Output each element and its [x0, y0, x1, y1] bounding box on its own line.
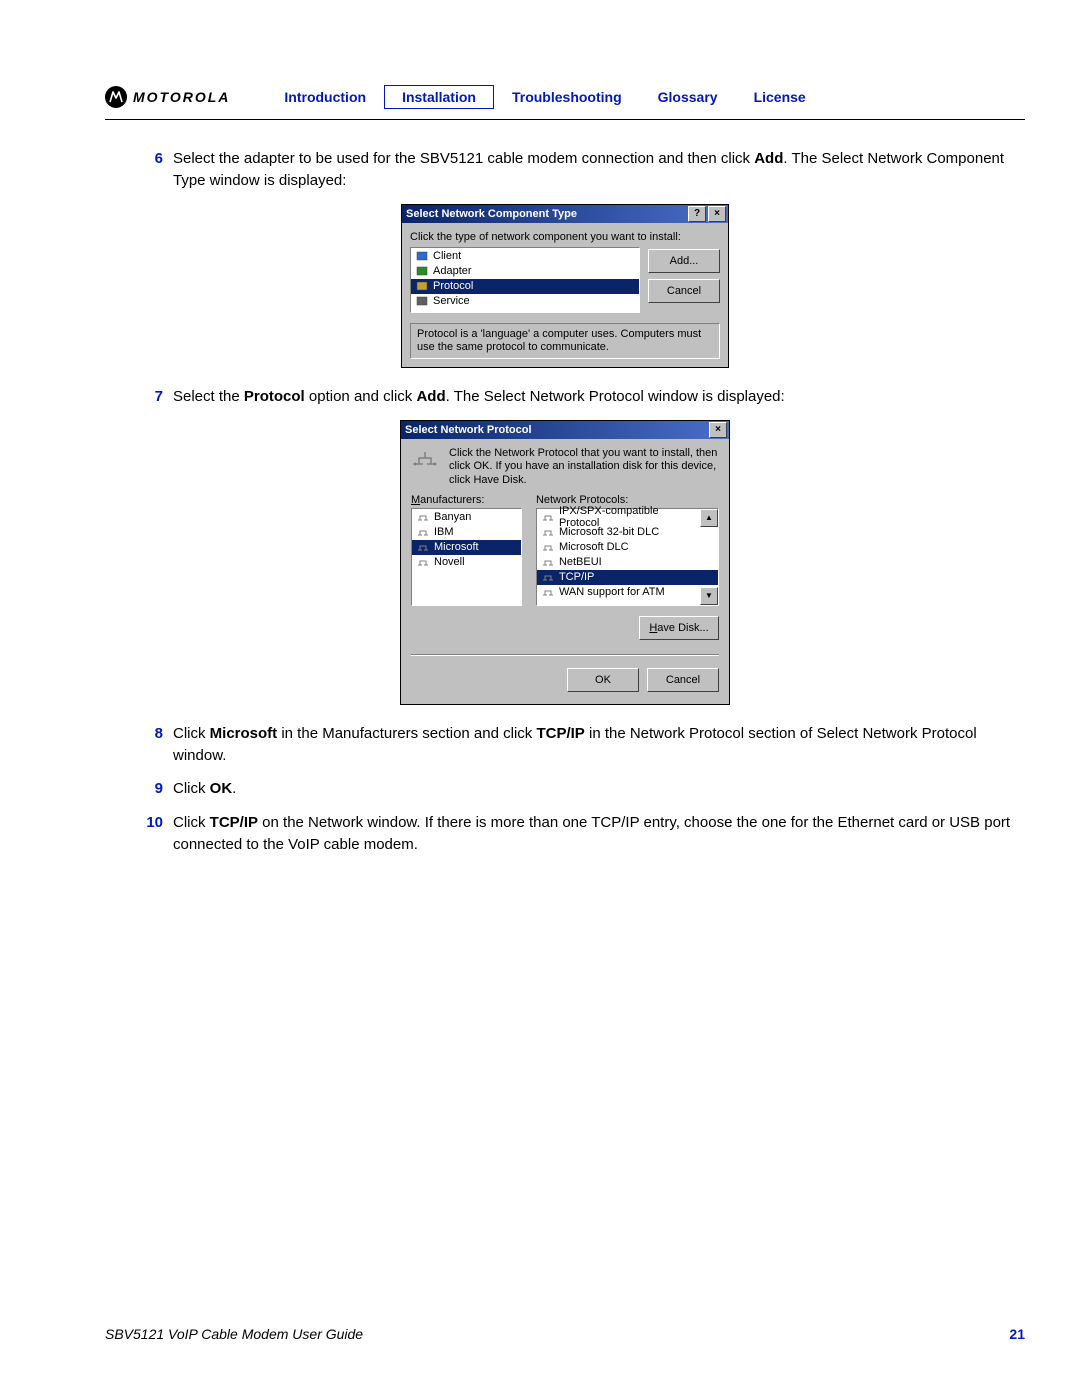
list-item[interactable]: IPX/SPX-compatible Protocol: [537, 510, 718, 525]
protocol-icon: [541, 511, 555, 523]
logo: MOTOROLA: [105, 86, 230, 108]
page-number: 21: [1009, 1326, 1025, 1342]
scroll-down-icon[interactable]: ▼: [700, 587, 718, 605]
protocol-icon: [416, 556, 430, 568]
list-item[interactable]: Service: [411, 294, 639, 309]
protocols-label: Network Protocols:: [536, 494, 719, 506]
header-divider: [105, 119, 1025, 120]
ok-button[interactable]: OK: [567, 668, 639, 692]
list-item[interactable]: Protocol: [411, 279, 639, 294]
component-type-list[interactable]: ClientAdapterProtocolService: [410, 247, 640, 313]
nav-link-license[interactable]: License: [736, 85, 824, 109]
protocol-icon: [416, 526, 430, 538]
cancel-button[interactable]: Cancel: [647, 668, 719, 692]
step-9: 9 Click OK.: [105, 778, 1025, 800]
protocol-icon: [541, 556, 555, 568]
have-disk-button[interactable]: Have Disk...: [639, 616, 719, 640]
network-protocol-icon: [411, 447, 439, 471]
logo-text: MOTOROLA: [133, 89, 230, 105]
list-item[interactable]: IBM: [412, 525, 521, 540]
footer-guide-title: SBV5121 VoIP Cable Modem User Guide: [105, 1326, 363, 1342]
list-item[interactable]: WAN support for ATM: [537, 585, 718, 600]
dialog-title: Select Network Component Type: [406, 208, 577, 220]
list-item[interactable]: Microsoft DLC: [537, 540, 718, 555]
protocol-icon: [541, 541, 555, 553]
select-protocol-dialog: Select Network Protocol × Click the Netw…: [400, 420, 730, 705]
list-item[interactable]: Microsoft: [412, 540, 521, 555]
dialog-prompt: Click the type of network component you …: [410, 231, 720, 243]
protocol-icon: [541, 571, 555, 583]
cancel-button[interactable]: Cancel: [648, 279, 720, 303]
list-item[interactable]: NetBEUI: [537, 555, 718, 570]
step-number: 6: [105, 148, 173, 192]
protocols-list[interactable]: IPX/SPX-compatible ProtocolMicrosoft 32-…: [536, 508, 719, 606]
nav-tabs: IntroductionInstallationTroubleshootingG…: [266, 85, 823, 109]
add-button[interactable]: Add...: [648, 249, 720, 273]
nav-link-introduction[interactable]: Introduction: [266, 85, 384, 109]
list-item[interactable]: Banyan: [412, 510, 521, 525]
list-item[interactable]: Novell: [412, 555, 521, 570]
nav-link-troubleshooting[interactable]: Troubleshooting: [494, 85, 640, 109]
doc-header: MOTOROLA IntroductionInstallationTrouble…: [105, 85, 1025, 109]
list-item[interactable]: TCP/IP: [537, 570, 718, 585]
dialog-title: Select Network Protocol: [405, 424, 532, 436]
step-text: Click Microsoft in the Manufacturers sec…: [173, 723, 1025, 767]
step-number: 7: [105, 386, 173, 408]
step-10: 10 Click TCP/IP on the Network window. I…: [105, 812, 1025, 856]
manufacturers-list[interactable]: BanyanIBMMicrosoftNovell: [411, 508, 522, 606]
step-text: Select the Protocol option and click Add…: [173, 386, 1025, 408]
select-component-dialog: Select Network Component Type ? × Click …: [401, 204, 729, 368]
step-text: Select the adapter to be used for the SB…: [173, 148, 1025, 192]
manufacturers-label: Manufacturers:: [411, 494, 522, 506]
protocol-icon: [541, 586, 555, 598]
close-icon[interactable]: ×: [708, 206, 726, 222]
protocol-icon: [416, 541, 430, 553]
dialog-message: Click the Network Protocol that you want…: [449, 447, 719, 488]
step-number: 9: [105, 778, 173, 800]
motorola-logo-icon: [105, 86, 127, 108]
step-6: 6 Select the adapter to be used for the …: [105, 148, 1025, 192]
protocol-icon: [541, 526, 555, 538]
step-8: 8 Click Microsoft in the Manufacturers s…: [105, 723, 1025, 767]
component-icon: [415, 280, 429, 292]
step-7: 7 Select the Protocol option and click A…: [105, 386, 1025, 408]
step-text: Click OK.: [173, 778, 1025, 800]
component-icon: [415, 265, 429, 277]
scroll-up-icon[interactable]: ▲: [700, 509, 718, 527]
page-footer: SBV5121 VoIP Cable Modem User Guide 21: [105, 1326, 1025, 1342]
step-number: 8: [105, 723, 173, 767]
protocol-icon: [416, 511, 430, 523]
list-item[interactable]: Adapter: [411, 264, 639, 279]
close-icon[interactable]: ×: [709, 422, 727, 438]
help-icon[interactable]: ?: [688, 206, 706, 222]
step-text: Click TCP/IP on the Network window. If t…: [173, 812, 1025, 856]
component-icon: [415, 295, 429, 307]
list-item[interactable]: Client: [411, 249, 639, 264]
dialog-titlebar: Select Network Component Type ? ×: [402, 205, 728, 223]
component-description: Protocol is a 'language' a computer uses…: [410, 323, 720, 359]
nav-link-glossary[interactable]: Glossary: [640, 85, 736, 109]
nav-link-installation[interactable]: Installation: [384, 85, 494, 109]
step-number: 10: [105, 812, 173, 856]
dialog-titlebar: Select Network Protocol ×: [401, 421, 729, 439]
component-icon: [415, 250, 429, 262]
